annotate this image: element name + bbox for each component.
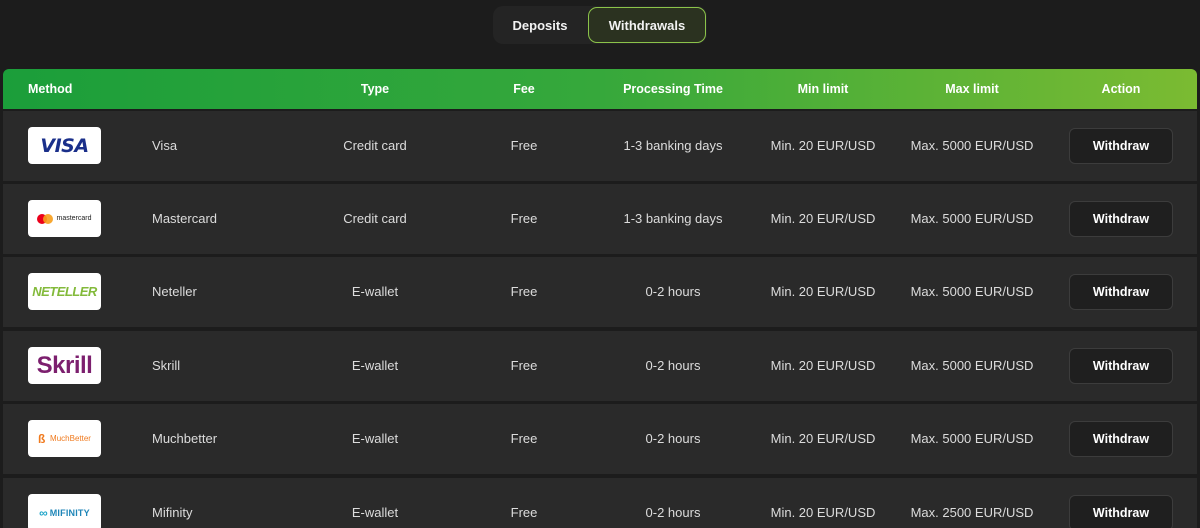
method-name: Visa	[152, 138, 178, 153]
header-method: Method	[28, 82, 73, 96]
table-row: Skrill Skrill E-wallet Free 0-2 hours Mi…	[3, 331, 1197, 401]
method-type: E-wallet	[351, 431, 399, 446]
neteller-logo-text: NETELLER	[32, 284, 97, 299]
visa-logo: VISA	[28, 127, 101, 164]
table-row: ∞ MIFINITY Mifinity E-wallet Free 0-2 ho…	[3, 478, 1197, 528]
min-limit: Min. 20 EUR/USD	[770, 431, 876, 446]
max-limit: Max. 5000 EUR/USD	[910, 358, 1034, 373]
withdraw-button[interactable]: Withdraw	[1069, 128, 1173, 164]
muchbetter-b-icon: ß	[38, 431, 46, 446]
table-row: ß MuchBetter Muchbetter E-wallet Free 0-…	[3, 404, 1197, 474]
method-name: Neteller	[152, 284, 197, 299]
infinity-icon: ∞	[39, 505, 48, 520]
min-limit: Min. 20 EUR/USD	[770, 358, 876, 373]
mastercard-logo: mastercard	[28, 200, 101, 237]
header-action: Action	[1101, 82, 1141, 96]
header-processing-time: Processing Time	[623, 82, 723, 96]
processing-time: 0-2 hours	[645, 358, 701, 373]
processing-time: 1-3 banking days	[623, 138, 723, 153]
method-type: E-wallet	[351, 284, 399, 299]
method-fee: Free	[510, 358, 538, 373]
withdraw-button[interactable]: Withdraw	[1069, 274, 1173, 310]
method-fee: Free	[510, 505, 538, 520]
method-fee: Free	[510, 211, 538, 226]
method-type: Credit card	[343, 211, 407, 226]
visa-logo-text: VISA	[40, 134, 89, 157]
min-limit: Min. 20 EUR/USD	[770, 211, 876, 226]
min-limit: Min. 20 EUR/USD	[770, 505, 876, 520]
table-row: mastercard Mastercard Credit card Free 1…	[3, 184, 1197, 254]
method-type: Credit card	[343, 138, 407, 153]
processing-time: 0-2 hours	[645, 505, 701, 520]
table-row: NETELLER Neteller E-wallet Free 0-2 hour…	[3, 257, 1197, 327]
processing-time: 0-2 hours	[645, 284, 701, 299]
mastercard-logo-text: mastercard	[56, 215, 92, 222]
method-name: Muchbetter	[152, 431, 218, 446]
header-max-limit: Max limit	[945, 82, 999, 96]
muchbetter-logo: ß MuchBetter	[28, 420, 101, 457]
mifinity-logo-text: MIFINITY	[49, 507, 90, 518]
max-limit: Max. 2500 EUR/USD	[910, 505, 1034, 520]
table-header: Method Type Fee Processing Time Min limi…	[3, 69, 1197, 109]
max-limit: Max. 5000 EUR/USD	[910, 284, 1034, 299]
method-fee: Free	[510, 284, 538, 299]
skrill-logo-text: Skrill	[36, 351, 93, 379]
withdraw-button[interactable]: Withdraw	[1069, 348, 1173, 384]
method-name: Skrill	[152, 358, 181, 373]
method-name: Mastercard	[152, 211, 218, 226]
mifinity-logo: ∞ MIFINITY	[28, 494, 101, 528]
tab-deposits[interactable]: Deposits	[493, 7, 587, 43]
withdraw-button[interactable]: Withdraw	[1069, 421, 1173, 457]
max-limit: Max. 5000 EUR/USD	[910, 138, 1034, 153]
method-type: E-wallet	[351, 505, 399, 520]
processing-time: 0-2 hours	[645, 431, 701, 446]
header-min-limit: Min limit	[797, 82, 849, 96]
method-fee: Free	[510, 138, 538, 153]
mastercard-circles-icon	[37, 213, 54, 224]
processing-time: 1-3 banking days	[623, 211, 723, 226]
max-limit: Max. 5000 EUR/USD	[910, 431, 1034, 446]
withdraw-button[interactable]: Withdraw	[1069, 495, 1173, 528]
muchbetter-logo-text: MuchBetter	[50, 434, 91, 443]
withdrawals-page: Deposits Withdrawals Method Type Fee Pro…	[0, 0, 1200, 528]
withdraw-button[interactable]: Withdraw	[1069, 201, 1173, 237]
max-limit: Max. 5000 EUR/USD	[910, 211, 1034, 226]
payment-tabs: Deposits Withdrawals	[493, 6, 707, 44]
neteller-logo: NETELLER	[28, 273, 101, 310]
skrill-logo: Skrill	[28, 347, 101, 384]
min-limit: Min. 20 EUR/USD	[770, 284, 876, 299]
header-type: Type	[360, 82, 390, 96]
header-fee: Fee	[513, 82, 535, 96]
min-limit: Min. 20 EUR/USD	[770, 138, 876, 153]
table-row: VISA Visa Credit card Free 1-3 banking d…	[3, 111, 1197, 181]
tab-withdrawals[interactable]: Withdrawals	[588, 7, 706, 43]
method-name: Mifinity	[152, 505, 193, 520]
method-type: E-wallet	[351, 358, 399, 373]
method-fee: Free	[510, 431, 538, 446]
